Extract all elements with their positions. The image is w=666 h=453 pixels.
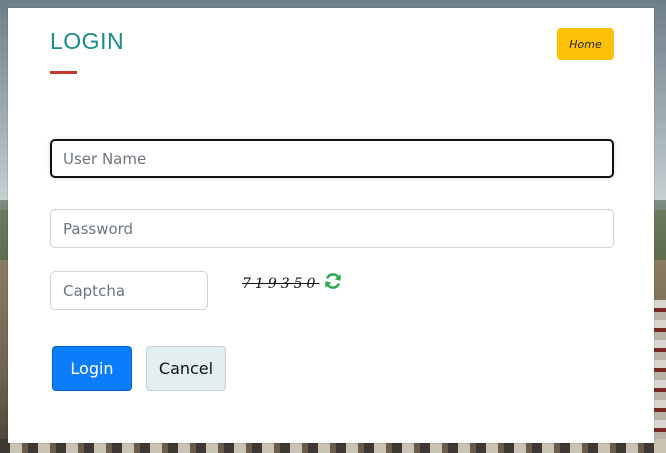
password-input[interactable]	[50, 209, 614, 248]
refresh-icon[interactable]	[323, 271, 343, 291]
title-underline	[50, 71, 77, 74]
page-title: LOGIN	[50, 28, 125, 54]
cancel-button[interactable]: Cancel	[146, 346, 226, 391]
login-button[interactable]: Login	[52, 346, 132, 391]
username-input[interactable]	[50, 139, 614, 178]
captcha-code: 719350	[242, 276, 320, 292]
home-button[interactable]: Home	[557, 28, 614, 60]
captcha-input[interactable]	[50, 271, 208, 310]
login-card: LOGIN Home 719350 Login Cancel	[8, 8, 654, 443]
refresh-icon-svg	[325, 273, 341, 289]
background-building	[652, 300, 666, 440]
